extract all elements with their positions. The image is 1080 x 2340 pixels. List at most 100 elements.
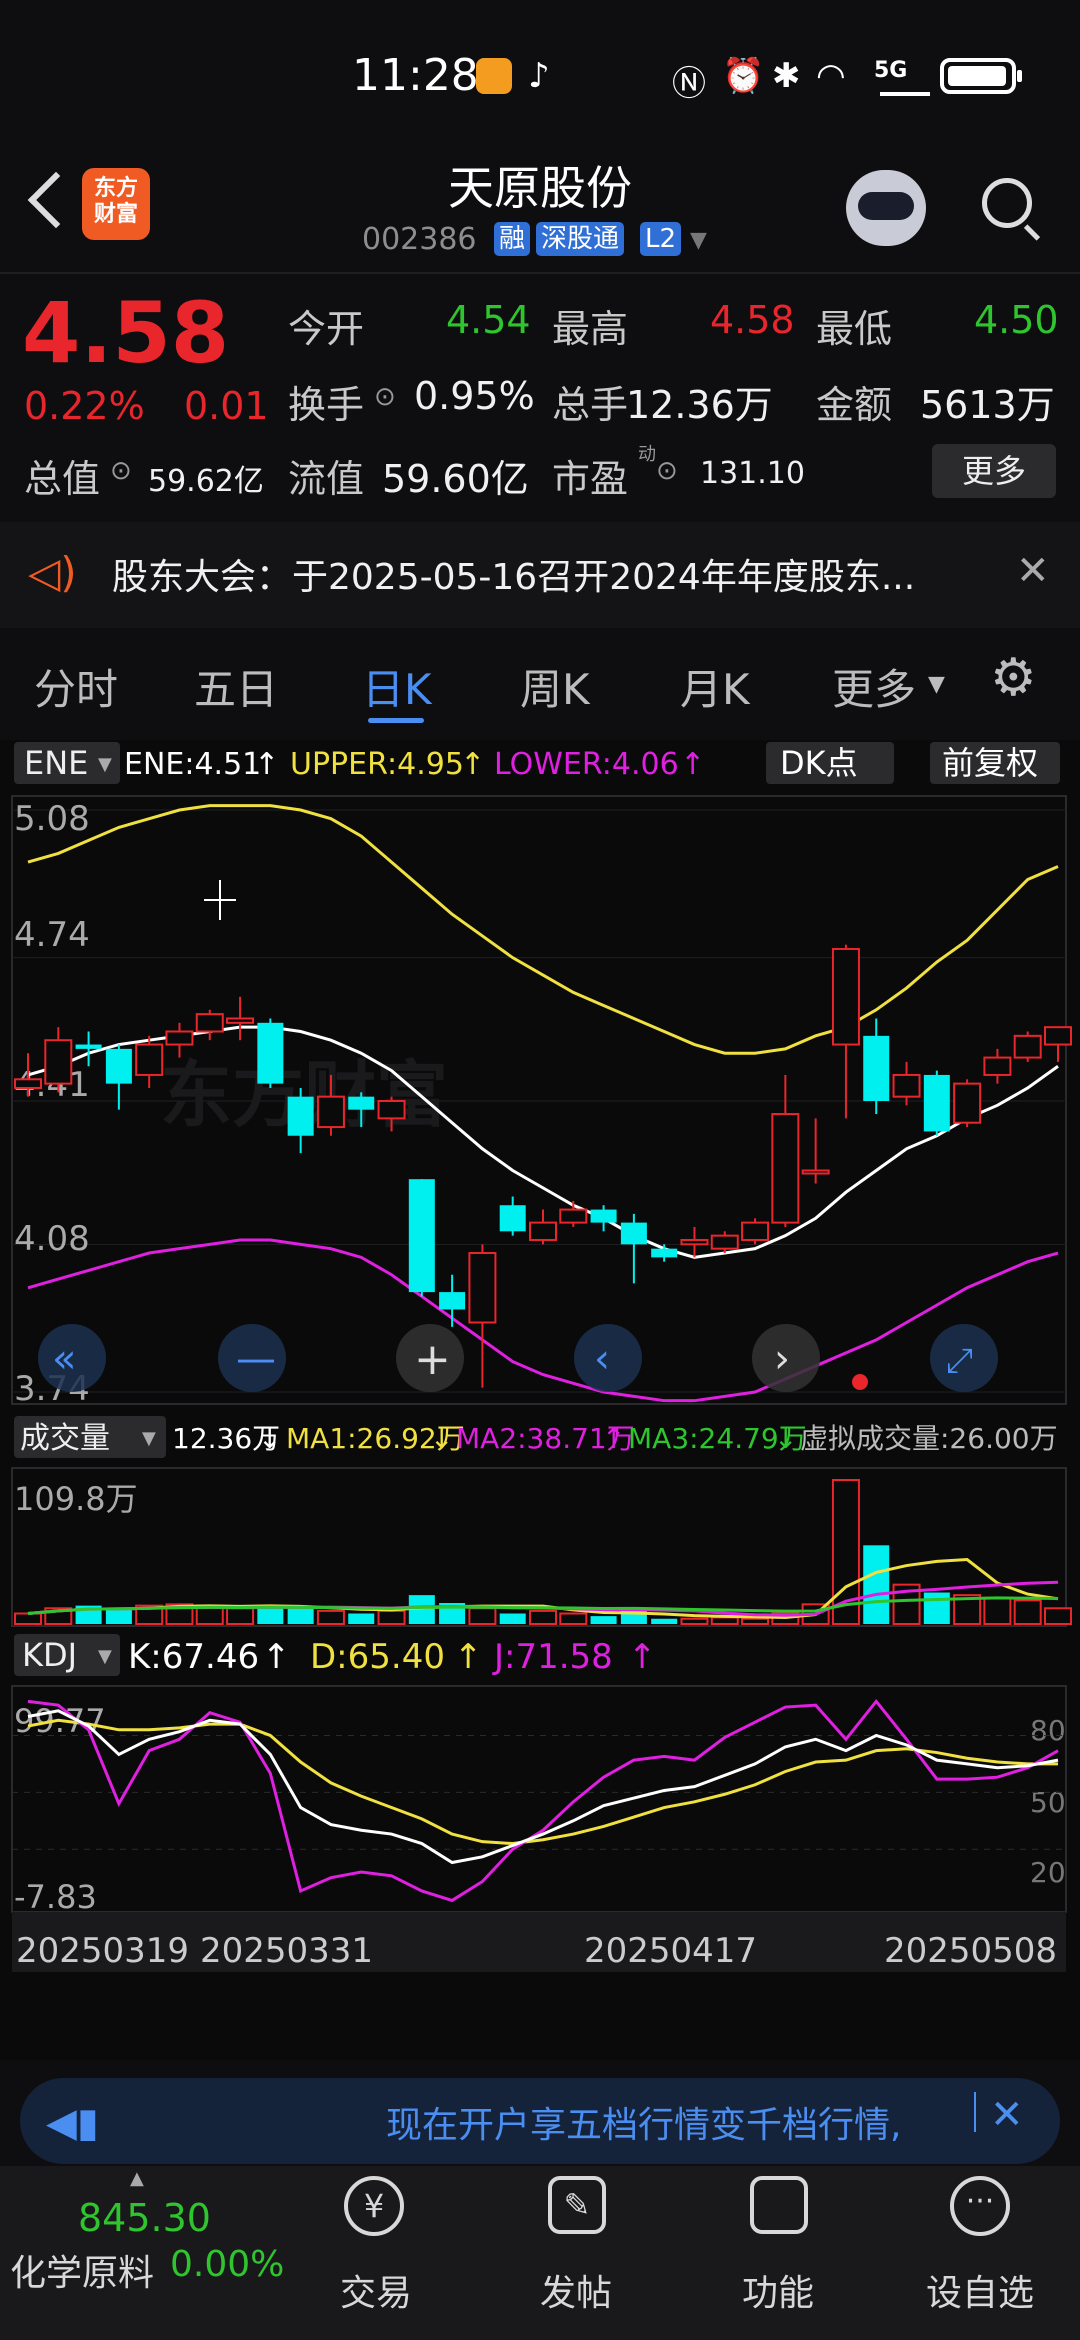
up-arrow-icon: ↑	[262, 1637, 291, 1677]
post-icon[interactable]: ✎	[548, 2176, 606, 2234]
up-arrow-icon: ↑	[254, 747, 279, 782]
chevron-down-icon: ▼	[98, 1646, 112, 1667]
more-dots-icon[interactable]: ···	[950, 2176, 1010, 2236]
tab-weekly-k[interactable]: 周K	[520, 656, 590, 717]
market-cap-value: 59.62亿	[148, 464, 264, 499]
candle	[831, 947, 860, 1046]
candle	[680, 1238, 709, 1246]
candle	[651, 1248, 678, 1258]
candle	[316, 1095, 345, 1129]
volume-value: 12.36万	[626, 383, 773, 427]
ene-name: ENE	[24, 744, 88, 782]
more-button[interactable]: 更多	[932, 444, 1056, 498]
volume-bar	[923, 1592, 950, 1624]
tab-five-day[interactable]: 五日	[194, 656, 278, 717]
chevron-down-icon[interactable]: ▼	[690, 228, 707, 253]
sector-index-value[interactable]: 845.30	[78, 2196, 211, 2240]
adjust-label: 前复权	[942, 744, 1038, 782]
open-value: 4.54	[446, 298, 531, 342]
candle	[348, 1096, 375, 1110]
volume-bar	[316, 1609, 345, 1626]
candle	[135, 1043, 164, 1076]
change-percent: 0.22%	[24, 384, 145, 428]
chevron-down-icon: ▼	[928, 672, 945, 697]
y-tick: -7.83	[14, 1878, 97, 1916]
candle	[771, 1113, 800, 1224]
volume-bar	[348, 1613, 375, 1624]
volume-bar	[499, 1613, 526, 1624]
candle	[620, 1222, 647, 1245]
double-chevron-left-icon: «	[52, 1336, 76, 1382]
x-tick: 20250417	[584, 1931, 757, 1971]
nav-functions[interactable]: 功能	[742, 2264, 814, 2316]
chevron-right-icon: ›	[774, 1336, 790, 1382]
nav-watchlist[interactable]: 设自选	[926, 2264, 1034, 2316]
volume-bar	[377, 1609, 406, 1626]
sector-name[interactable]: 化学原料	[10, 2244, 154, 2296]
grid-icon[interactable]	[750, 2176, 808, 2234]
candle	[44, 1039, 73, 1085]
search-icon[interactable]	[982, 178, 1032, 228]
d-value: D:65.40	[310, 1637, 445, 1677]
j-value: J:71.58	[492, 1637, 613, 1677]
status-time: 11:28	[352, 50, 479, 101]
change-amount: 0.01	[184, 384, 269, 428]
turnover-label: 换手	[288, 383, 365, 427]
upper-value: UPPER:4.95	[290, 747, 464, 782]
dk-label: DK点	[780, 744, 858, 782]
candle	[529, 1221, 557, 1241]
candle	[863, 1035, 890, 1101]
tiktok-icon: ♪	[528, 56, 550, 96]
candle	[195, 1013, 224, 1033]
info-icon[interactable]: ⊙	[656, 456, 678, 486]
tab-monthly-k[interactable]: 月K	[680, 656, 750, 717]
up-arrow-icon: ↑	[454, 1637, 483, 1677]
wifi-icon: ◠	[816, 56, 846, 96]
close-icon[interactable]: ✕	[1016, 548, 1050, 594]
virtual-volume: 虚拟成交量:26.00万	[800, 1422, 1058, 1455]
candle	[741, 1221, 770, 1241]
notice-text[interactable]: 股东大会：于2025-05-16召开2024年年度股东...	[112, 548, 915, 600]
candle	[801, 1169, 830, 1175]
gear-icon[interactable]: ⚙	[990, 648, 1037, 708]
tab-more[interactable]: 更多	[832, 656, 916, 717]
float-cap-label: 流值	[288, 457, 365, 501]
candle	[710, 1234, 739, 1250]
kline-chart-area[interactable]: 东方财富 ENE ▼ ENE:4.51 ↑ UPPER:4.95 ↑ LOWER…	[0, 740, 1080, 2060]
promo-text[interactable]: 现在开户享五档行情变千档行情,	[386, 2096, 901, 2148]
info-icon[interactable]: ⊙	[374, 382, 396, 412]
y-tick-right: 20	[1030, 1856, 1066, 1889]
volume-bar	[710, 1616, 739, 1626]
assistant-robot-icon[interactable]	[846, 170, 926, 246]
pe-label: 市盈	[552, 457, 629, 501]
up-arrow-icon: ↑	[460, 747, 485, 782]
chevron-down-icon: ▼	[142, 1428, 156, 1449]
last-price: 4.58	[22, 284, 230, 382]
volume-bar	[983, 1596, 1012, 1626]
close-icon[interactable]: ✕	[990, 2092, 1024, 2138]
trade-icon[interactable]: ¥	[344, 2176, 404, 2236]
nav-post[interactable]: 发帖	[540, 2264, 612, 2316]
candle	[953, 1082, 982, 1124]
kdj-name: KDJ	[22, 1636, 77, 1674]
nav-trade[interactable]: 交易	[340, 2264, 412, 2316]
candle	[923, 1074, 950, 1132]
volume-label: 总手	[552, 383, 629, 427]
volume-bar	[651, 1618, 678, 1624]
float-cap-value: 59.60亿	[382, 457, 529, 501]
y-tick: 5.08	[14, 799, 90, 839]
chevron-down-icon: ▼	[98, 754, 112, 775]
pe-sup: 动	[638, 444, 656, 465]
pe-value: 131.10	[700, 456, 805, 491]
ene-value: ENE:4.51	[124, 747, 261, 782]
nfc-icon: Ⓝ	[672, 64, 706, 104]
sector-change: 0.00%	[170, 2244, 285, 2285]
tab-daily-k[interactable]: 日K	[362, 656, 432, 717]
candle	[1013, 1034, 1042, 1059]
status-bar: 11:28 ♪ Ⓝ ⏰ ✱ ◠ 5G	[0, 0, 1080, 150]
info-icon[interactable]: ⊙	[110, 456, 132, 486]
tab-intraday[interactable]: 分时	[34, 656, 118, 717]
market-cap-label: 总值	[24, 457, 101, 501]
event-dot[interactable]	[852, 1374, 868, 1390]
volume-bar	[14, 1612, 42, 1625]
